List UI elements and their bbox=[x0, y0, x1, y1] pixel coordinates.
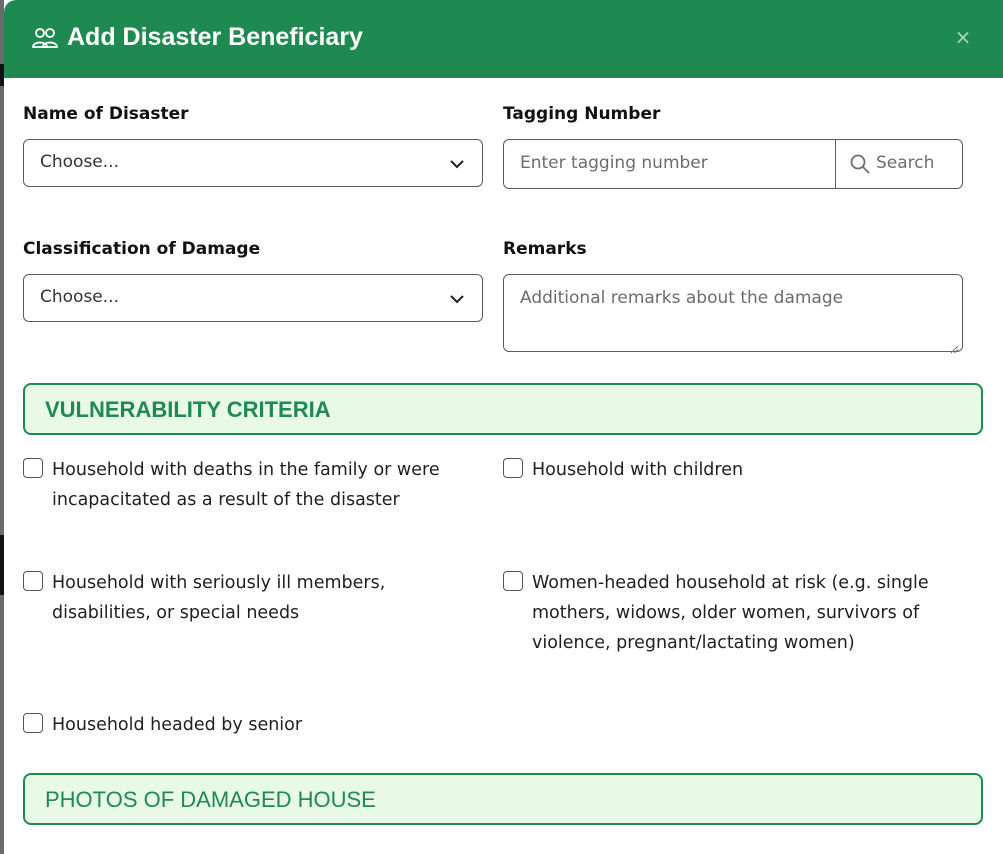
damage-select[interactable]: Choose... bbox=[23, 274, 483, 322]
vulnerability-section-header: VULNERABILITY CRITERIA bbox=[23, 383, 983, 435]
photos-title: PHOTOS OF DAMAGED HOUSE bbox=[45, 787, 376, 812]
checkbox[interactable] bbox=[503, 571, 523, 591]
remarks-label: Remarks bbox=[503, 239, 587, 259]
disaster-select-value: Choose... bbox=[40, 152, 119, 172]
checkbox-label: Household with seriously ill members, di… bbox=[52, 573, 386, 623]
checkbox-label: Household with deaths in the family or w… bbox=[52, 460, 440, 510]
next-field-label-cutoff bbox=[23, 846, 83, 854]
checkbox[interactable] bbox=[503, 458, 523, 478]
modal-header: Add Disaster Beneficiary × bbox=[4, 0, 1003, 78]
checkbox[interactable] bbox=[23, 713, 43, 733]
vulnerability-checkbox-item[interactable]: Household with deaths in the family or w… bbox=[23, 455, 463, 547]
chevron-down-icon bbox=[450, 156, 464, 170]
modal-title: Add Disaster Beneficiary bbox=[67, 23, 363, 51]
damage-select-value: Choose... bbox=[40, 287, 119, 307]
tagging-number-input[interactable]: Enter tagging number bbox=[503, 139, 835, 189]
tagging-placeholder: Enter tagging number bbox=[520, 153, 708, 173]
disaster-label: Name of Disaster bbox=[23, 104, 189, 124]
tagging-input-group: Enter tagging number Search bbox=[503, 139, 963, 189]
damage-label: Classification of Damage bbox=[23, 239, 261, 259]
checkbox-label: Women-headed household at risk (e.g. sin… bbox=[532, 573, 929, 653]
checkbox-label: Household headed by senior bbox=[52, 715, 303, 735]
search-button[interactable]: Search bbox=[835, 139, 963, 189]
tagging-label: Tagging Number bbox=[503, 104, 661, 124]
close-icon[interactable]: × bbox=[953, 27, 973, 47]
users-icon bbox=[32, 26, 58, 50]
search-icon bbox=[850, 154, 870, 174]
chevron-down-icon bbox=[450, 291, 464, 305]
vulnerability-title: VULNERABILITY CRITERIA bbox=[45, 397, 331, 422]
checkbox[interactable] bbox=[23, 458, 43, 478]
search-button-label: Search bbox=[876, 153, 935, 173]
vulnerability-checkbox-item[interactable]: Women-headed household at risk (e.g. sin… bbox=[503, 568, 963, 690]
remarks-textarea[interactable]: Additional remarks about the damage bbox=[503, 274, 963, 354]
remarks-placeholder: Additional remarks about the damage bbox=[520, 288, 844, 308]
add-beneficiary-modal: Add Disaster Beneficiary × Name of Disas… bbox=[4, 0, 1003, 854]
resize-handle-icon[interactable] bbox=[950, 339, 959, 354]
vulnerability-checkbox-item[interactable]: Household with seriously ill members, di… bbox=[23, 568, 463, 630]
vulnerability-checkbox-item[interactable]: Household headed by senior bbox=[23, 710, 463, 742]
disaster-select[interactable]: Choose... bbox=[23, 139, 483, 187]
photos-section-header: PHOTOS OF DAMAGED HOUSE bbox=[23, 773, 983, 825]
checkbox[interactable] bbox=[23, 571, 43, 591]
vulnerability-checkbox-item[interactable]: Household with children bbox=[503, 455, 963, 487]
checkbox-label: Household with children bbox=[532, 460, 744, 480]
